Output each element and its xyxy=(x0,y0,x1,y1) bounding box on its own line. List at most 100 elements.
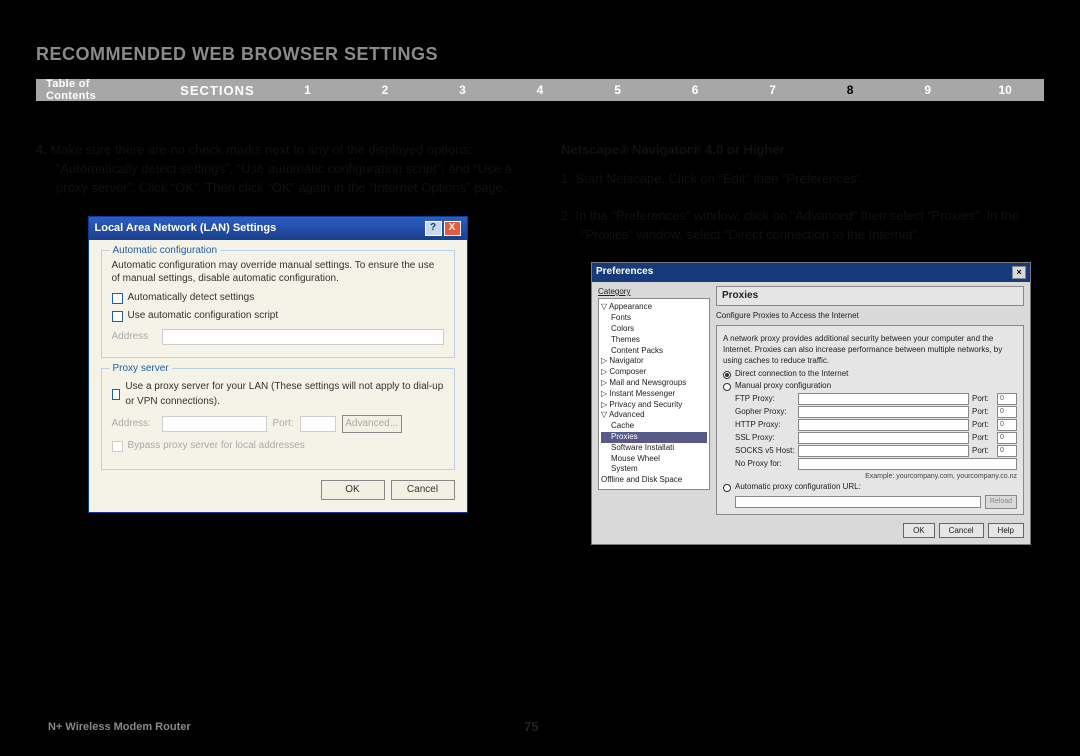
auto-url-input[interactable] xyxy=(735,496,981,508)
section-3[interactable]: 3 xyxy=(424,83,502,97)
tree-im[interactable]: ▷ Instant Messenger xyxy=(601,389,707,400)
socks-input[interactable] xyxy=(798,445,969,457)
page-title: RECOMMENDED WEB BROWSER SETTINGS xyxy=(36,44,1044,65)
step-4-number: 4. xyxy=(36,142,47,157)
auto-url-row: Reload xyxy=(723,495,1017,508)
section-10[interactable]: 10 xyxy=(966,83,1044,97)
lan-settings-dialog: Local Area Network (LAN) Settings ? X Au… xyxy=(88,216,468,513)
section-nav: Table of Contents SECTIONS 1 2 3 4 5 6 7… xyxy=(36,79,1044,101)
tree-software[interactable]: Software Installati xyxy=(601,443,707,454)
config-line: Configure Proxies to Access the Internet xyxy=(716,310,1024,322)
ns-help-button[interactable]: Help xyxy=(988,523,1024,539)
reload-button[interactable]: Reload xyxy=(985,495,1017,508)
step-4: 4. Make sure there are no check marks ne… xyxy=(36,141,519,198)
gopher-port[interactable]: 0 xyxy=(997,406,1017,418)
sections-label: SECTIONS xyxy=(150,83,268,98)
tree-appearance[interactable]: ▽ Appearance xyxy=(601,302,707,313)
product-name: N+ Wireless Modem Router xyxy=(48,721,191,733)
radio-auto-url[interactable]: Automatic proxy configuration URL: xyxy=(723,482,1017,493)
ftp-proxy-row: FTP Proxy:Port:0 xyxy=(723,393,1017,405)
ns-title-text: Preferences xyxy=(596,265,653,280)
tree-offline[interactable]: Offline and Disk Space xyxy=(601,475,707,486)
tree-system[interactable]: System xyxy=(601,464,707,475)
ns-titlebar: Preferences × xyxy=(592,263,1030,282)
auto-config-desc: Automatic configuration may override man… xyxy=(112,259,444,285)
lan-titlebar: Local Area Network (LAN) Settings ? X xyxy=(89,217,467,241)
ssl-input[interactable] xyxy=(798,432,969,444)
ns-step-2: 2. In the “Preferences” window, click on… xyxy=(561,207,1044,245)
cancel-button[interactable]: Cancel xyxy=(391,480,455,500)
section-4[interactable]: 4 xyxy=(501,83,579,97)
radio-direct[interactable]: Direct connection to the Internet xyxy=(723,369,1017,380)
ns-step-1: 1. Start Netscape. Click on “Edit” then … xyxy=(561,170,1044,189)
advanced-button[interactable]: Advanced... xyxy=(342,415,402,433)
proxy-address-label: Address: xyxy=(112,417,156,432)
auto-config-fieldset: Automatic configuration Automatic config… xyxy=(101,250,455,358)
tree-composer[interactable]: ▷ Composer xyxy=(601,367,707,378)
section-1[interactable]: 1 xyxy=(269,83,347,97)
help-icon[interactable]: ? xyxy=(425,221,442,236)
category-label: Category xyxy=(598,286,710,298)
address-label: Address xyxy=(112,330,156,345)
ns-cancel-button[interactable]: Cancel xyxy=(939,523,984,539)
http-input[interactable] xyxy=(798,419,969,431)
ftp-port[interactable]: 0 xyxy=(997,393,1017,405)
proxies-desc: A network proxy provides additional secu… xyxy=(723,334,1017,366)
socks-row: SOCKS v5 Host:Port:0 xyxy=(723,445,1017,457)
toc-link[interactable]: Table of Contents xyxy=(36,78,150,102)
auto-detect-checkbox[interactable]: Automatically detect settings xyxy=(112,291,444,306)
tree-mail[interactable]: ▷ Mail and Newsgroups xyxy=(601,378,707,389)
section-7[interactable]: 7 xyxy=(734,83,812,97)
tree-navigator[interactable]: ▷ Navigator xyxy=(601,356,707,367)
noproxy-row: No Proxy for: xyxy=(723,458,1017,470)
tree-cache[interactable]: Cache xyxy=(601,421,707,432)
tree-themes[interactable]: Themes xyxy=(601,335,707,346)
noproxy-input[interactable] xyxy=(798,458,1017,470)
category-tree[interactable]: ▽ Appearance Fonts Colors Themes Content… xyxy=(598,298,710,490)
auto-config-legend: Automatic configuration xyxy=(110,244,221,259)
section-2[interactable]: 2 xyxy=(346,83,424,97)
netscape-preferences-dialog: Preferences × Category ▽ Appearance Font… xyxy=(591,262,1031,545)
ok-button[interactable]: OK xyxy=(321,480,385,500)
tree-advanced[interactable]: ▽ Advanced xyxy=(601,410,707,421)
ssl-port[interactable]: 0 xyxy=(997,432,1017,444)
http-port[interactable]: 0 xyxy=(997,419,1017,431)
section-5[interactable]: 5 xyxy=(579,83,657,97)
netscape-heading: Netscape® Navigator® 4.0 or Higher xyxy=(561,141,1044,160)
tree-mouse[interactable]: Mouse Wheel xyxy=(601,454,707,465)
proxy-fieldset: Proxy server Use a proxy server for your… xyxy=(101,368,455,470)
page-number: 75 xyxy=(524,719,538,734)
proxy-port-label: Port: xyxy=(273,417,294,432)
proxies-box: A network proxy provides additional secu… xyxy=(716,325,1024,515)
proxies-section-title: Proxies xyxy=(716,286,1024,307)
auto-script-checkbox[interactable]: Use automatic configuration script xyxy=(112,309,444,324)
section-6[interactable]: 6 xyxy=(656,83,734,97)
socks-port[interactable]: 0 xyxy=(997,445,1017,457)
close-icon[interactable]: × xyxy=(1012,266,1026,279)
lan-title-text: Local Area Network (LAN) Settings xyxy=(95,221,277,237)
page-footer: N+ Wireless Modem Router 75 xyxy=(48,719,1032,734)
gopher-input[interactable] xyxy=(798,406,969,418)
ssl-proxy-row: SSL Proxy:Port:0 xyxy=(723,432,1017,444)
tree-proxies[interactable]: Proxies xyxy=(601,432,707,443)
tree-fonts[interactable]: Fonts xyxy=(601,313,707,324)
section-8[interactable]: 8 xyxy=(811,83,889,97)
proxy-address-input[interactable] xyxy=(162,416,267,432)
radio-manual[interactable]: Manual proxy configuration xyxy=(723,381,1017,392)
ns-ok-button[interactable]: OK xyxy=(903,523,935,539)
proxy-port-input[interactable] xyxy=(300,416,336,432)
left-column: 4. Make sure there are no check marks ne… xyxy=(36,141,519,545)
example-text: Example: yourcompany.com, yourcompany.co… xyxy=(723,472,1017,481)
gopher-proxy-row: Gopher Proxy:Port:0 xyxy=(723,406,1017,418)
step-4-text: Make sure there are no check marks next … xyxy=(47,142,512,195)
close-icon[interactable]: X xyxy=(444,221,461,236)
address-input[interactable] xyxy=(162,329,444,345)
ftp-input[interactable] xyxy=(798,393,969,405)
tree-colors[interactable]: Colors xyxy=(601,324,707,335)
proxy-legend: Proxy server xyxy=(110,362,172,377)
bypass-checkbox[interactable]: Bypass proxy server for local addresses xyxy=(112,439,444,454)
tree-content-packs[interactable]: Content Packs xyxy=(601,346,707,357)
use-proxy-checkbox[interactable]: Use a proxy server for your LAN (These s… xyxy=(112,380,444,409)
tree-privacy[interactable]: ▷ Privacy and Security xyxy=(601,400,707,411)
section-9[interactable]: 9 xyxy=(889,83,967,97)
